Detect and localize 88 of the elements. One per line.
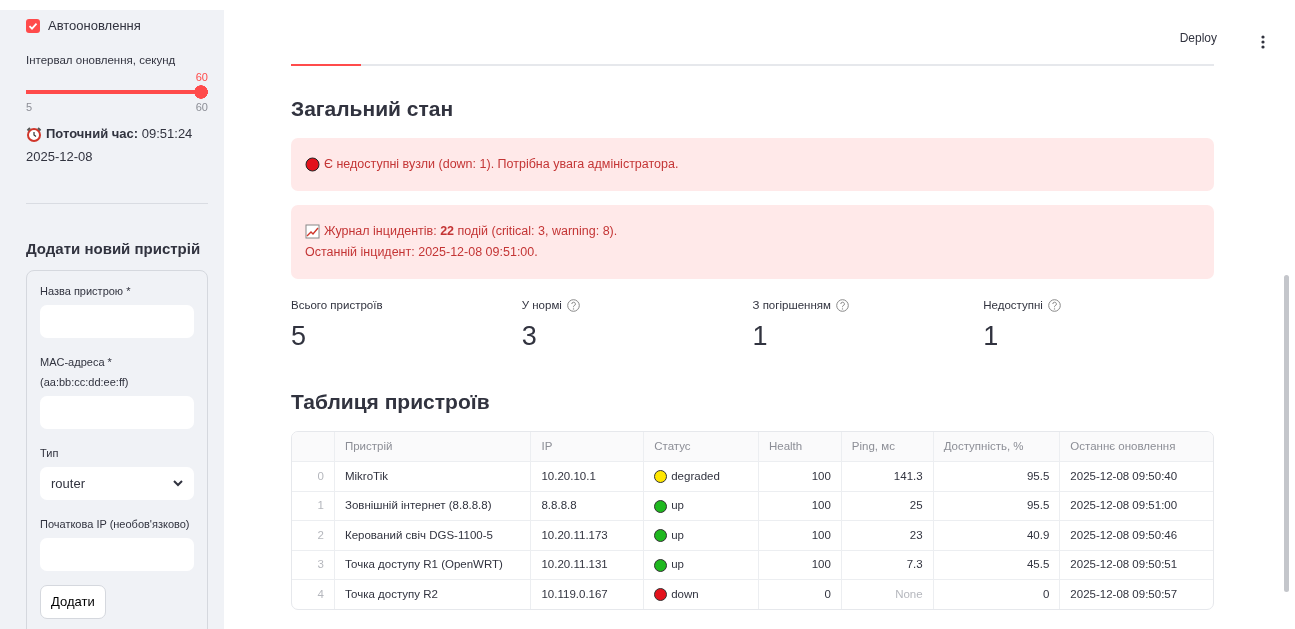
more-vertical-icon: [1261, 34, 1265, 49]
status-text: up: [671, 557, 684, 573]
row-index: 2: [316, 527, 325, 543]
table-cell: None: [840, 580, 933, 609]
deploy-button[interactable]: Deploy: [1173, 28, 1223, 48]
scrollbar[interactable]: [1284, 275, 1289, 592]
section-heading: Загальний стан: [291, 96, 455, 122]
table-cell: 95.5: [932, 462, 1060, 491]
table-cell: 10.20.11.131: [530, 550, 644, 580]
slider-value: 60: [195, 69, 208, 85]
column-header[interactable]: IP: [530, 431, 644, 462]
table-cell: 10.20.10.1: [530, 462, 644, 491]
alert-text: Журнал інцидентів: 22 подій (critical: 3, warning: 8).: [324, 222, 618, 240]
current-date-text: 2025-12-08: [26, 148, 94, 167]
table-cell: 0: [757, 580, 841, 609]
table-cell: 8.8.8.8: [530, 491, 644, 521]
section-heading: Таблиця пристроїв: [291, 389, 491, 416]
table-cell: 95.5: [932, 491, 1060, 521]
metric-label: Всього пристроїв: [291, 297, 383, 313]
table-cell: 141.3: [840, 462, 933, 491]
circle-icon: [305, 156, 320, 172]
help-icon[interactable]: [835, 298, 849, 312]
column-header[interactable]: Ping, мс: [840, 431, 933, 462]
auto-refresh-checkbox[interactable]: [26, 18, 40, 33]
table-cell: Точка доступу R2: [333, 580, 531, 609]
table-cell: 2025-12-08 09:50:46: [1059, 521, 1213, 550]
status-text: degraded: [671, 468, 720, 484]
table-cell: Керований свіч DGS-1100-5: [333, 521, 531, 550]
row-index: 1: [316, 498, 325, 514]
row-index: 4: [316, 586, 325, 602]
table-cell: 10.119.0.167: [530, 580, 644, 609]
table-cell: 45.5: [932, 550, 1060, 580]
help-icon[interactable]: [1047, 298, 1061, 312]
table-cell: 0: [932, 580, 1060, 609]
alarm-clock-icon: [26, 125, 42, 142]
status-text: up: [671, 498, 684, 514]
table-cell: 7.3: [840, 550, 933, 580]
table-cell: 23: [840, 521, 933, 550]
slider-min: 5: [26, 100, 33, 116]
help-icon[interactable]: [566, 298, 580, 312]
active-tab-indicator: [291, 64, 361, 66]
add-button[interactable]: Додати: [40, 585, 106, 619]
table-cell: 2025-12-08 09:51:00: [1059, 491, 1213, 521]
metric-value: 3: [521, 319, 538, 353]
table-cell: 2025-12-08 09:50:40: [1059, 462, 1213, 491]
table-cell: Точка доступу R1 (OpenWRT): [333, 550, 531, 580]
table-cell: 10.20.11.173: [530, 521, 644, 550]
metric-label: Недоступні: [983, 297, 1043, 313]
check-icon: [28, 20, 38, 31]
metric-value: 5: [291, 319, 308, 353]
table-cell: 25: [840, 491, 933, 521]
column-header[interactable]: Health: [757, 431, 841, 462]
table-cell: 100: [757, 550, 841, 580]
column-header[interactable]: Останнє оновлення: [1059, 431, 1213, 462]
current-time-text: Поточний час: 09:51:24: [46, 124, 193, 143]
table-cell: 2025-12-08 09:50:51: [1059, 550, 1213, 580]
metric-value: 1: [983, 319, 1000, 353]
table-cell: 40.9: [932, 521, 1060, 550]
chevron-down-icon: [173, 480, 183, 488]
slider-max: 60: [195, 100, 208, 116]
table-cell: Зовнішній інтернет (8.8.8.8): [333, 491, 531, 521]
column-header[interactable]: Пристрій: [333, 431, 531, 462]
slider-label: Інтервал оновлення, секунд: [26, 52, 177, 68]
field-label: Початкова IP (необов'язково): [40, 517, 191, 533]
table-cell: 100: [757, 491, 841, 521]
table-cell: 100: [757, 462, 841, 491]
metric-label: У нормі: [521, 297, 562, 313]
chart-icon: [305, 223, 320, 239]
table-cell: 100: [757, 521, 841, 550]
type-select[interactable]: router: [40, 467, 194, 501]
status-text: down: [671, 586, 699, 602]
status-text: up: [671, 527, 684, 543]
column-header[interactable]: Статус: [643, 431, 758, 462]
table-cell: 2025-12-08 09:50:57: [1059, 580, 1213, 609]
metric-label: З погіршенням: [752, 297, 831, 313]
table-cell: MikroTik: [333, 462, 531, 491]
alert-text: Останній інцидент: 2025-12-08 09:51:00.: [305, 243, 538, 261]
field-label: MAC-адреса * (aa:bb:cc:dd:ee:ff): [40, 355, 130, 391]
form-heading: Додати новий пристрій: [26, 238, 202, 259]
checkbox-label: Автооновлення: [48, 17, 141, 35]
select-value: router: [51, 475, 85, 493]
field-label: Тип: [40, 446, 60, 462]
row-index: 3: [316, 557, 325, 573]
metric-value: 1: [752, 319, 769, 353]
alert-text: Є недоступні вузли (down: 1). Потрібна увага адміністратора.: [324, 155, 679, 173]
row-index: 0: [316, 468, 325, 484]
column-header[interactable]: Доступність, %: [932, 431, 1060, 462]
field-label: Назва пристрою *: [40, 284, 132, 300]
